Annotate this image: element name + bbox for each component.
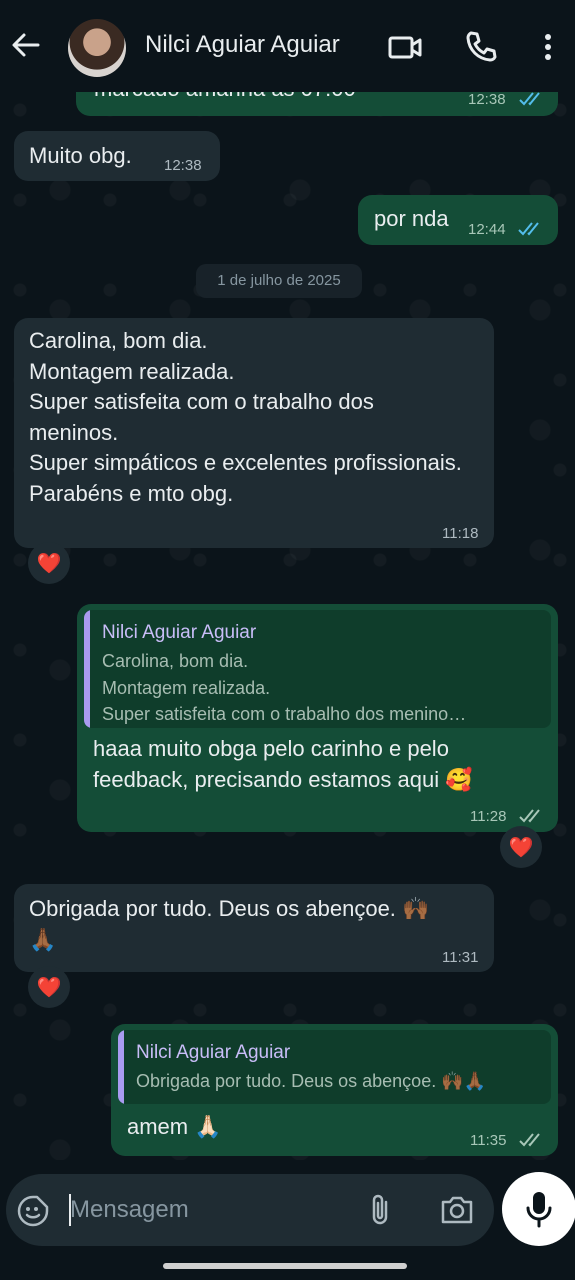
message-text: Obrigada por tudo. Deus os abençoe. 🙌🏾 🙏… [29,896,430,952]
date-separator: 1 de julho de 2025 [196,264,362,298]
quote-author: Nilci Aguiar Aguiar [136,1042,291,1063]
message-text: Carolina, bom dia. Montagem realizada. S… [29,328,462,506]
message-outgoing[interactable]: Nilci Aguiar Aguiar Obrigada por tudo. D… [111,1024,558,1156]
message-time: 12:44 [468,221,506,238]
reaction-heart[interactable]: ❤️ [500,826,542,868]
message-placeholder: Mensagem [70,1196,189,1223]
quote-author: Nilci Aguiar Aguiar [102,622,257,643]
message-time: 11:31 [442,949,479,966]
message-time: 12:38 [164,157,202,174]
message-outgoing[interactable]: Nilci Aguiar Aguiar Carolina, bom dia. M… [77,604,558,832]
message-incoming[interactable]: Muito obg. 12:38 [14,131,220,181]
attach-icon[interactable] [364,1192,398,1228]
quote-text: Carolina, bom dia. Montagem realizada. S… [102,651,467,724]
message-time: 11:18 [442,525,479,542]
reaction-heart[interactable]: ❤️ [28,966,70,1008]
sticker-icon[interactable] [16,1194,50,1228]
message-text: por nda [374,206,449,231]
video-call-icon[interactable] [386,28,424,66]
message-time: 11:35 [470,1132,507,1149]
contact-avatar[interactable] [68,19,126,77]
message-input[interactable]: Mensagem [6,1174,494,1246]
message-text: amem 🙏🏻 [127,1114,222,1139]
read-ticks-icon [519,92,540,106]
read-ticks-icon [518,222,539,236]
message-incoming[interactable]: Obrigada por tudo. Deus os abençoe. 🙌🏾 🙏… [14,884,494,972]
back-arrow-icon[interactable] [8,28,42,62]
message-text: haaa muito obga pelo carinho e pelo feed… [93,736,473,792]
reaction-heart[interactable]: ❤️ [28,542,70,584]
message-text: Muito obg. [29,143,132,168]
message-time: 12:38 [468,91,506,108]
camera-icon[interactable] [438,1192,476,1228]
quoted-message[interactable]: Nilci Aguiar Aguiar Carolina, bom dia. M… [84,610,551,728]
contact-name[interactable]: Nilci Aguiar Aguiar [145,31,340,59]
quoted-message[interactable]: Nilci Aguiar Aguiar Obrigada por tudo. D… [118,1030,551,1104]
chat-header: Nilci Aguiar Aguiar [0,0,575,92]
quote-text: Obrigada por tudo. Deus os abençoe. 🙌🏾🙏🏾 [136,1071,487,1091]
delivered-ticks-icon [519,809,540,823]
composer-bar: Mensagem [0,1160,575,1280]
microphone-icon [526,1192,552,1228]
message-incoming[interactable]: Carolina, bom dia. Montagem realizada. S… [14,318,494,548]
message-outgoing[interactable]: por nda 12:44 [358,195,558,245]
quote-accent-bar [84,610,90,728]
voice-message-button[interactable] [502,1172,575,1246]
home-indicator [163,1263,407,1269]
delivered-ticks-icon [519,1133,540,1147]
more-options-icon[interactable] [530,28,566,66]
message-time: 11:28 [470,808,507,825]
quote-accent-bar [118,1030,124,1104]
phone-call-icon[interactable] [462,28,500,66]
